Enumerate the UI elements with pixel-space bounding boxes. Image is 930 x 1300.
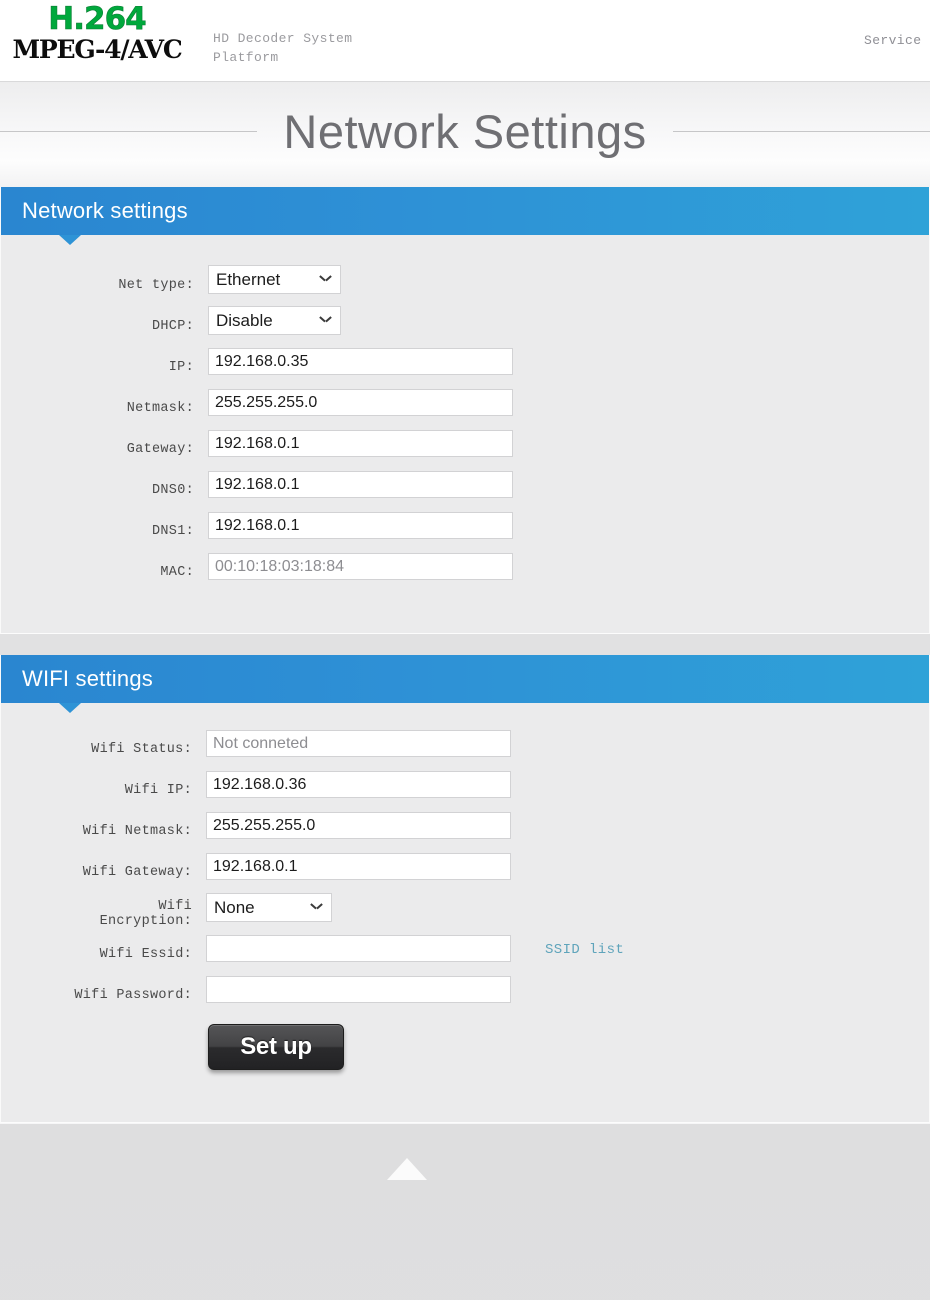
ssid-list-link[interactable]: SSID list	[545, 942, 624, 958]
field-control: Ethernet	[208, 265, 341, 294]
field-label: DHCP:	[151, 319, 194, 334]
field-label: Wifi Essid:	[99, 947, 192, 962]
field-control	[206, 853, 511, 880]
form-row: Netmask:	[1, 382, 929, 423]
field-label: DNS1:	[151, 524, 194, 539]
network-settings-form: Net type: Ethernet DHCP: Disable IP: Netmask:…	[1, 235, 929, 633]
field-control	[208, 471, 513, 498]
chevron-down-icon	[320, 275, 331, 282]
network-panel-pointer-icon	[59, 235, 81, 245]
field-label: IP:	[168, 360, 194, 375]
field-label: Wifi IP:	[124, 783, 192, 798]
field-control	[206, 771, 511, 798]
scroll-up-arrow-icon[interactable]	[387, 1158, 427, 1180]
field-control: SSID list	[206, 935, 624, 962]
dns0-input[interactable]	[208, 471, 513, 498]
field-control	[208, 553, 513, 580]
form-row: Gateway:	[1, 423, 929, 464]
wifi-encryption-select[interactable]: None	[206, 893, 332, 922]
mac-input	[208, 553, 513, 580]
field-label: MAC:	[160, 565, 194, 580]
panel-gap	[0, 634, 930, 655]
form-row: Wifi Status:	[1, 723, 929, 764]
page-title-band: Network Settings	[0, 82, 930, 187]
field-label: Gateway:	[126, 442, 194, 457]
wifi-gateway-input[interactable]	[206, 853, 511, 880]
logo-h264-text: H.264	[48, 1, 147, 37]
form-row: DNS0:	[1, 464, 929, 505]
wifi-settings-heading: WIFI settings	[22, 666, 153, 691]
gateway-input[interactable]	[208, 430, 513, 457]
field-control	[208, 348, 513, 375]
field-label: Wifi Encryption:	[99, 898, 192, 929]
page-title: Network Settings	[283, 105, 647, 158]
wifi-ip-input[interactable]	[206, 771, 511, 798]
form-row: Wifi IP:	[1, 764, 929, 805]
header-subtitle: HD Decoder System Platform	[213, 31, 353, 65]
field-label: Wifi Status:	[91, 742, 192, 757]
wifi-essid-input[interactable]	[206, 935, 511, 962]
form-row: MAC:	[1, 546, 929, 587]
field-label: Net type:	[118, 278, 194, 293]
wifi-settings-panel: WIFI settings Wifi Status: Wifi IP: Wifi N…	[0, 655, 930, 1123]
form-row: Net type: Ethernet	[1, 259, 929, 300]
dns1-input[interactable]	[208, 512, 513, 539]
field-label: Wifi Gateway:	[82, 865, 192, 880]
field-label: Netmask:	[126, 401, 194, 416]
field-control	[206, 730, 511, 757]
form-row: Wifi Gateway:	[1, 846, 929, 887]
page-footer	[0, 1123, 930, 1300]
wifi-password-input[interactable]	[206, 976, 511, 1003]
form-row: IP:	[1, 341, 929, 382]
field-control	[206, 812, 511, 839]
header-service-link[interactable]: Service a	[864, 33, 930, 48]
field-control	[208, 389, 513, 416]
wifi-panel-pointer-icon	[59, 703, 81, 713]
chevron-down-icon	[320, 316, 331, 323]
form-row: DHCP: Disable	[1, 300, 929, 341]
site-logo: H.264 MPEG-4/AVC	[8, 1, 186, 64]
field-control: None	[206, 893, 332, 922]
field-control: Disable	[208, 306, 341, 335]
field-control	[208, 512, 513, 539]
ip-input[interactable]	[208, 348, 513, 375]
site-header: H.264 MPEG-4/AVC HD Decoder System Platf…	[0, 0, 930, 82]
field-control	[206, 976, 511, 1003]
field-label: Wifi Netmask:	[82, 824, 192, 839]
netmask-input[interactable]	[208, 389, 513, 416]
logo-mpeg4-text: MPEG-4/AVC	[12, 35, 182, 64]
wifi-settings-header: WIFI settings	[1, 655, 929, 703]
form-row: Wifi Password:	[1, 969, 929, 1010]
form-row: DNS1:	[1, 505, 929, 546]
wifi-status-input	[206, 730, 511, 757]
net-type-select[interactable]: Ethernet	[208, 265, 341, 294]
form-row: Wifi Netmask:	[1, 805, 929, 846]
field-control	[208, 430, 513, 457]
wifi-settings-form: Wifi Status: Wifi IP: Wifi Netmask: Wifi Ga…	[1, 703, 929, 1010]
wifi-netmask-input[interactable]	[206, 812, 511, 839]
network-settings-heading: Network settings	[22, 198, 188, 223]
network-settings-header: Network settings	[1, 187, 929, 235]
title-rule-right	[672, 131, 930, 132]
form-row: Wifi Essid: SSID list	[1, 928, 929, 969]
field-label: DNS0:	[151, 483, 194, 498]
form-row: Wifi Encryption: None	[1, 887, 929, 929]
field-label: Wifi Password:	[74, 988, 192, 1003]
set-up-button[interactable]: Set up	[208, 1024, 344, 1070]
dhcp-select[interactable]: Disable	[208, 306, 341, 335]
title-rule-left	[0, 131, 258, 132]
network-settings-panel: Network settings Net type: Ethernet DHCP: D…	[0, 187, 930, 634]
chevron-down-icon	[311, 903, 322, 910]
